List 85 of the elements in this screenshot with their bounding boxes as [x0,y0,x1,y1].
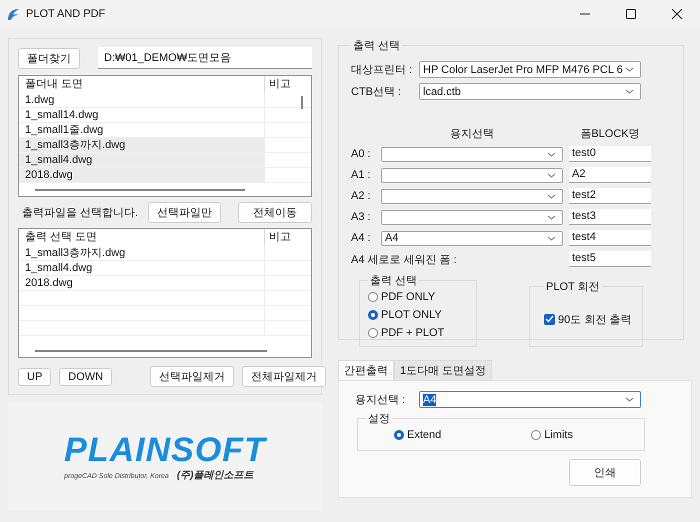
paper-dropdown[interactable] [381,168,563,182]
printer-dropdown[interactable]: HP Color LaserJet Pro MFP M476 PCL 6 [419,61,641,78]
chevron-down-icon [625,89,634,94]
list-button[interactable]: 선택파일제거 [150,366,234,387]
radio-label: Limits [544,429,573,441]
list-item[interactable]: 1_small14.dwg [19,108,264,122]
field-label: A4 세로로 세워진 폼 : [351,252,458,266]
scrollbar-thumb[interactable] [35,189,245,191]
list-item[interactable]: 1_small4.dwg [19,261,264,275]
radio-button[interactable] [531,430,542,440]
field-label: A4 : [351,232,372,244]
window-title: PLOT AND PDF [26,8,106,20]
list-item[interactable]: 2018.dwg [19,276,264,290]
list-item[interactable]: 1_small3층까지.dwg [19,138,264,152]
move-button[interactable]: 전체이동 [238,202,312,223]
column-header: 비고 [264,76,299,93]
list-item[interactable]: 1.dwg [19,93,264,107]
radio-label: PDF + PLOT [381,327,444,339]
checkbox-label: 90도 회전 출력 [558,312,632,326]
radio-label: PLOT ONLY [381,309,442,321]
instruction-text: 출력파일을 선택합니다. [22,206,138,220]
radio-button[interactable] [394,430,404,440]
radio-button[interactable] [368,292,378,302]
block-name-field[interactable]: test2 [569,188,651,204]
column-header: 비고 [264,229,299,246]
paper-dropdown[interactable]: A4 [381,230,563,246]
block-name-field[interactable]: test3 [569,209,651,225]
group-title: 출력 선택 [369,274,418,288]
chevron-down-icon [547,152,556,156]
radio-button[interactable] [368,310,378,320]
block-name-field[interactable]: test5 [569,251,651,267]
field-label: A0 : [351,148,372,160]
radio-label: PDF ONLY [381,291,436,303]
print-button[interactable]: 인쇄 [569,459,641,486]
field-label: A1 : [351,169,372,181]
group-title: 설정 [367,412,391,426]
move-button[interactable]: 선택파일만 [148,202,222,223]
folder-path-field[interactable]: D:₩01_DEMO₩도면모음 [98,47,312,69]
column-header: 용지선택 [449,127,495,141]
chevron-down-icon [547,214,556,220]
paper-dropdown[interactable]: A4 [419,391,641,408]
radio-label: Extend [407,429,442,441]
chevron-down-icon [625,397,634,402]
maximize-icon [626,9,636,19]
field-label: A2 : [351,190,372,202]
radio-button[interactable] [368,328,378,338]
field-label: A3 : [351,211,372,223]
list-button[interactable]: 전체파일제거 [242,366,326,387]
block-name-field[interactable]: A2 [569,167,651,183]
chevron-down-icon [625,67,634,72]
checkbox[interactable] [544,314,555,324]
list-button[interactable]: DOWN [59,368,112,386]
scrollbar-thumb[interactable] [301,96,303,109]
list-item[interactable]: 1_small1줄.dwg [19,123,264,137]
list-button[interactable]: UP [18,368,52,386]
app-logo-icon [6,7,20,21]
file-list[interactable]: 출력 선택 도면 비고 1_small3층까지.dwg 1_small4.dwg 2018.dwg [18,228,312,358]
close-icon [672,9,682,19]
group-title: 출력 선택 [352,39,402,53]
field-label: 대상프린터 : [351,63,413,77]
field-label: 용지선택 : [355,393,406,407]
chevron-down-icon [547,172,556,178]
group-title: PLOT 회전 [545,280,601,294]
list-item[interactable]: 1_small3층까지.dwg [19,246,264,260]
chevron-down-icon [547,194,556,198]
logo-wordmark: PLAINSOFT [64,432,266,468]
column-header: 폴더내 도면 [24,77,84,92]
paper-dropdown[interactable] [381,188,563,204]
field-label: CTB선택 : [351,85,402,99]
folder-button[interactable]: 폴더찾기 [18,48,80,68]
ctb-dropdown[interactable]: lcad.ctb [419,83,641,100]
chevron-down-icon [547,236,556,240]
list-item[interactable]: 2018.dwg [19,168,264,182]
column-header: 출력 선택 도면 [24,230,98,245]
company-name: (주)플레인소프트 [176,469,254,482]
list-item[interactable]: 1_small4.dwg [19,153,264,167]
block-name-field[interactable]: test0 [569,146,651,162]
file-list[interactable]: 폴더내 도면 비고 1.dwg 1_small14.dwg 1_small1줄.dwg 1_small3층까지.dwg 1_small4.dwg 2018.dwg [18,75,312,197]
tab[interactable]: 간편출력 [338,360,394,380]
paper-dropdown[interactable] [381,146,563,162]
column-header: 폼BLOCK명 [579,127,641,141]
tab[interactable]: 1도다매 도면설정 [394,360,492,380]
scrollbar-thumb[interactable] [35,350,267,352]
paper-dropdown[interactable] [381,210,563,224]
block-name-field[interactable]: test4 [569,230,651,246]
